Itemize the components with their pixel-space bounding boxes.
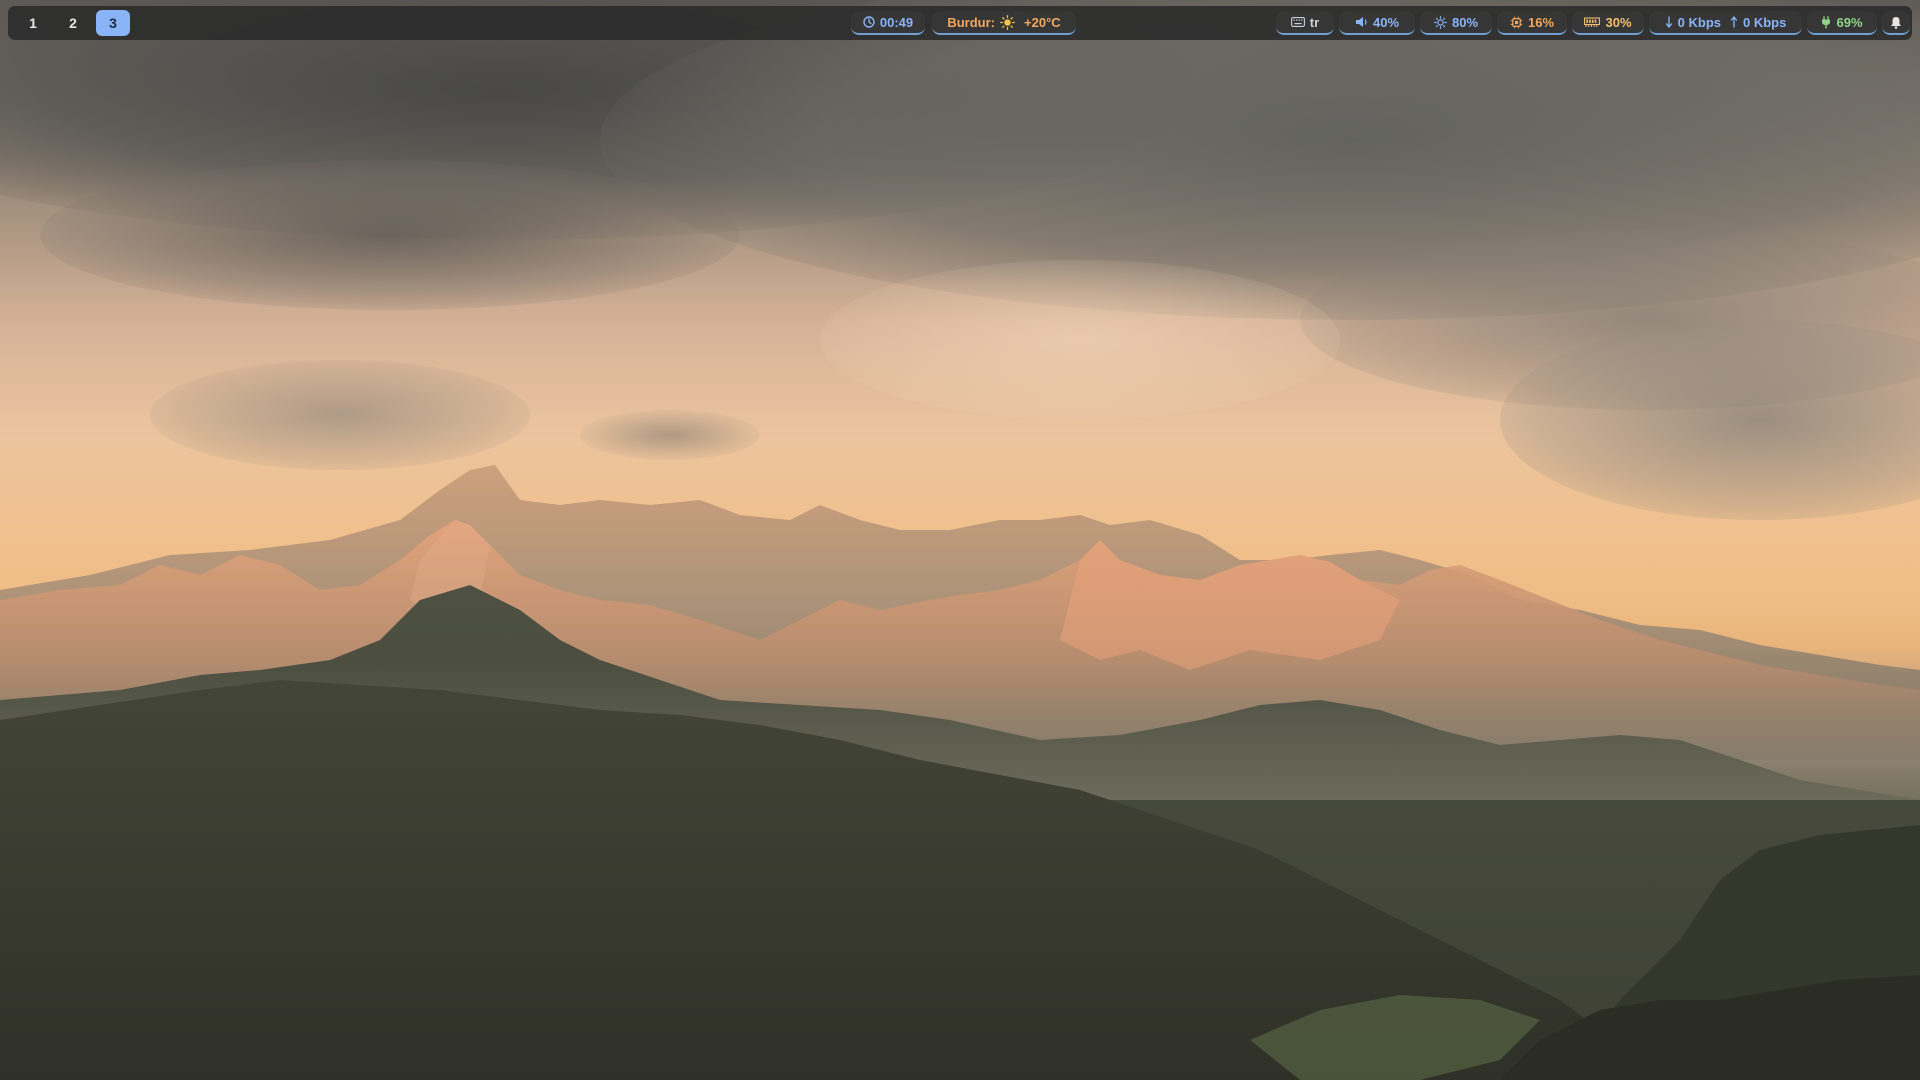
- clock-time: 00:49: [879, 14, 914, 30]
- brightness-widget[interactable]: 80%: [1420, 11, 1492, 35]
- weather-widget[interactable]: Burdur: +20°C: [932, 11, 1076, 35]
- workspace-button-2[interactable]: 2: [56, 10, 90, 36]
- clock-icon: [863, 16, 875, 28]
- workspace-button-3[interactable]: 3: [96, 10, 130, 36]
- workspace-button-1[interactable]: 1: [16, 10, 50, 36]
- top-status-bar: 1 2 3 00:49 Burdur: +20°C tr 40% 80% 16%…: [8, 6, 1912, 40]
- keyboard-layout-label: tr: [1309, 14, 1320, 30]
- clock-widget[interactable]: 00:49: [851, 11, 925, 35]
- arrow-up-icon: [1730, 16, 1738, 28]
- wallpaper-mountains: [0, 465, 1920, 1080]
- charging-plug-icon: [1821, 15, 1831, 29]
- bell-icon: [1890, 16, 1902, 29]
- memory-icon: [1584, 16, 1601, 28]
- network-download: 0 Kbps: [1677, 14, 1721, 30]
- brightness-value: 80%: [1451, 14, 1479, 30]
- weather-city: Burdur:: [947, 14, 996, 30]
- cpu-value: 16%: [1527, 14, 1555, 30]
- battery-widget[interactable]: 69%: [1807, 11, 1877, 35]
- volume-value: 40%: [1372, 14, 1400, 30]
- keyboard-icon: [1290, 17, 1305, 27]
- sun-icon: [1000, 14, 1015, 30]
- weather-temp: +20°C: [1024, 14, 1061, 30]
- cpu-widget[interactable]: 16%: [1497, 11, 1567, 35]
- network-upload: 0 Kbps: [1743, 14, 1787, 30]
- keyboard-layout-widget[interactable]: tr: [1276, 11, 1334, 35]
- workspace-switcher: 1 2 3: [16, 10, 130, 36]
- brightness-icon: [1434, 15, 1447, 29]
- desktop-wallpaper: [0, 0, 1920, 1080]
- notifications-button[interactable]: [1882, 11, 1910, 35]
- network-widget[interactable]: 0 Kbps 0 Kbps: [1649, 11, 1802, 35]
- battery-value: 69%: [1836, 14, 1863, 30]
- volume-widget[interactable]: 40%: [1339, 11, 1415, 35]
- cpu-icon: [1510, 16, 1523, 29]
- memory-widget[interactable]: 30%: [1572, 11, 1644, 35]
- speaker-icon: [1355, 16, 1368, 28]
- arrow-down-icon: [1665, 16, 1673, 28]
- memory-value: 30%: [1605, 14, 1632, 30]
